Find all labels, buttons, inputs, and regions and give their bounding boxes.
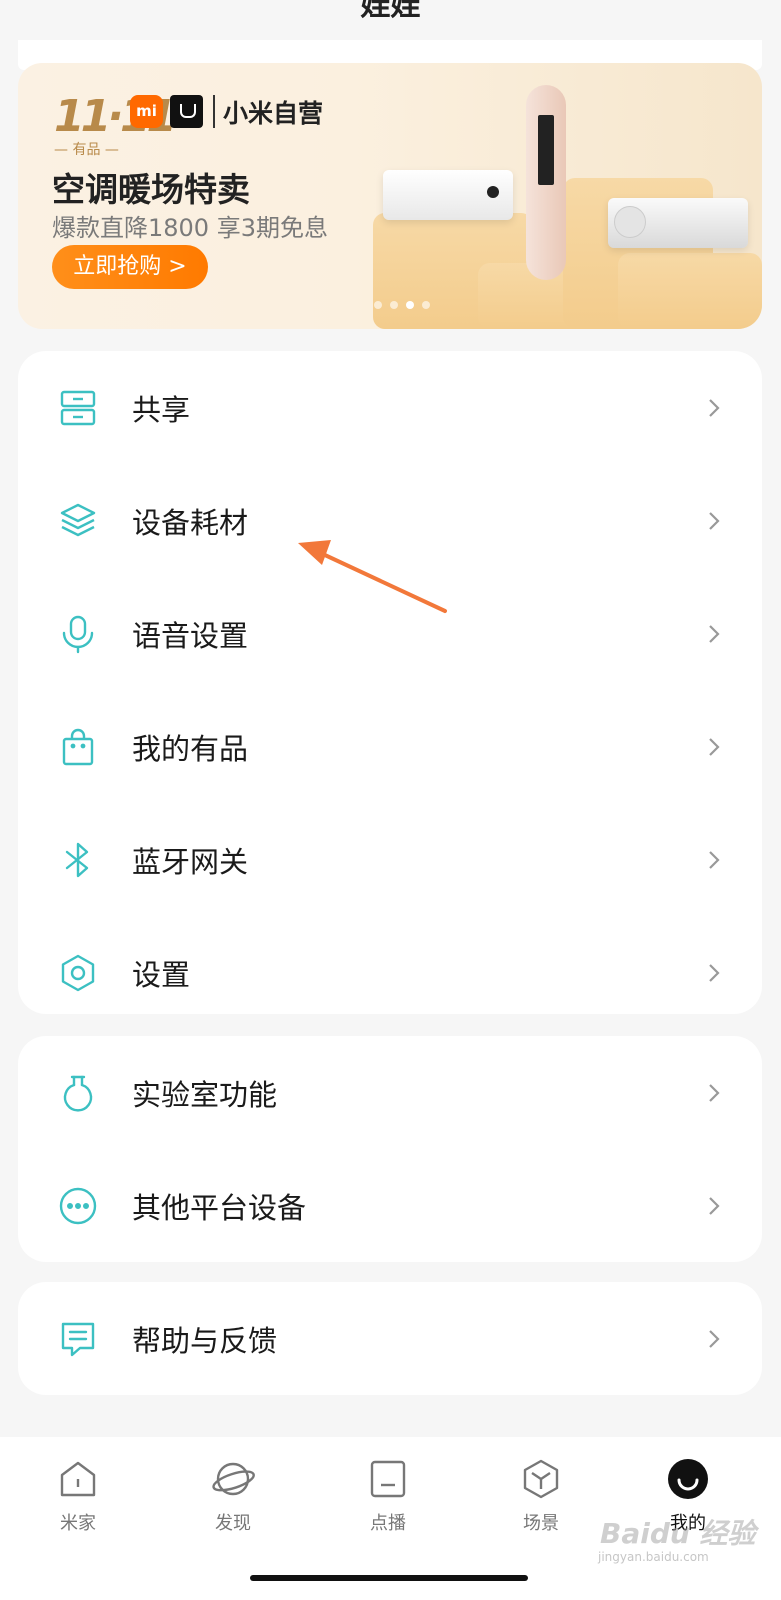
share-drawer-icon <box>56 386 100 430</box>
planet-icon <box>212 1462 255 1496</box>
chevron-right-icon <box>709 850 720 869</box>
wall-air-conditioner-image <box>608 198 748 248</box>
podium-image <box>618 253 762 329</box>
menu-item-help-feedback[interactable]: 帮助与反馈 <box>18 1282 762 1395</box>
menu-item-label: 其他平台设备 <box>132 1190 307 1225</box>
chevron-right-icon <box>709 624 720 643</box>
tab-discover[interactable]: 发现 <box>188 1457 278 1535</box>
page-title: 娃娃 <box>360 0 421 23</box>
mijia-logo-icon <box>170 95 203 128</box>
banner-headline: 空调暖场特卖 <box>52 170 250 209</box>
more-dots-icon <box>56 1184 100 1228</box>
menu-item-label: 我的有品 <box>132 731 249 766</box>
menu-item-label: 设置 <box>132 957 191 992</box>
bluetooth-icon <box>56 838 100 882</box>
tab-on-demand[interactable]: 点播 <box>343 1457 433 1535</box>
menu-item-voice-settings[interactable]: 语音设置 <box>18 577 762 690</box>
chevron-right-icon <box>709 398 720 417</box>
menu-item-device-consumables[interactable]: 设备耗材 <box>18 464 762 577</box>
tab-label: 点播 <box>370 1513 406 1534</box>
tab-label: 米家 <box>60 1513 96 1534</box>
buy-now-button[interactable]: 立即抢购 > <box>52 245 208 289</box>
scene-cube-icon <box>523 1459 559 1499</box>
chevron-right-icon <box>709 511 720 530</box>
promo-banner[interactable]: 11·11 — 有品 — mi 小米自营 空调暖场特卖 爆款直降1800 享3期… <box>18 63 762 329</box>
wall-air-conditioner-image <box>383 170 513 220</box>
menu-item-label: 蓝牙网关 <box>132 844 249 879</box>
chevron-right-icon <box>709 1083 720 1102</box>
flask-icon <box>56 1071 100 1115</box>
brand-divider <box>213 95 215 128</box>
menu-item-label: 共享 <box>132 392 191 427</box>
watermark-text: Baidu 经验 <box>600 1517 756 1550</box>
media-icon <box>370 1460 406 1498</box>
chevron-right-icon <box>709 963 720 982</box>
carousel-dot[interactable] <box>374 301 382 309</box>
menu-card-main: 共享 设备耗材 语音设置 我的有品 蓝牙网关 设置 <box>18 351 762 1014</box>
carousel-dots[interactable] <box>374 301 430 309</box>
feedback-icon <box>56 1317 100 1361</box>
home-icon <box>60 1461 96 1497</box>
microphone-icon <box>56 612 100 656</box>
chevron-right-icon <box>709 1329 720 1348</box>
carousel-dot-active[interactable] <box>406 301 414 309</box>
menu-item-other-platform-devices[interactable]: 其他平台设备 <box>18 1149 762 1262</box>
home-indicator[interactable] <box>250 1575 528 1581</box>
tower-air-conditioner-image <box>526 85 566 280</box>
chevron-right-icon <box>709 1196 720 1215</box>
youpin-label: — 有品 — <box>54 142 119 158</box>
menu-item-my-youpin[interactable]: 我的有品 <box>18 690 762 803</box>
hexagon-settings-icon <box>56 951 100 995</box>
chevron-right-icon <box>709 737 720 756</box>
menu-item-label: 设备耗材 <box>132 505 249 540</box>
carousel-dot[interactable] <box>390 301 398 309</box>
banner-subline: 爆款直降1800 享3期免息 <box>52 214 328 242</box>
menu-item-share[interactable]: 共享 <box>18 351 762 464</box>
mi-logo-icon: mi <box>130 95 163 128</box>
menu-card-labs: 实验室功能 其他平台设备 <box>18 1036 762 1262</box>
menu-item-bluetooth-gateway[interactable]: 蓝牙网关 <box>18 803 762 916</box>
menu-item-label: 帮助与反馈 <box>132 1323 278 1358</box>
tab-label: 发现 <box>215 1513 251 1534</box>
menu-item-settings[interactable]: 设置 <box>18 916 762 1029</box>
brand-text: 小米自营 <box>223 99 324 128</box>
menu-item-label: 语音设置 <box>132 618 249 653</box>
menu-item-label: 实验室功能 <box>132 1077 278 1112</box>
tab-scene[interactable]: 场景 <box>496 1457 586 1535</box>
tab-mijia[interactable]: 米家 <box>33 1457 123 1535</box>
watermark-url: jingyan.baidu.com <box>598 1550 709 1564</box>
profile-icon <box>668 1459 708 1499</box>
layers-icon <box>56 499 100 543</box>
shopping-bag-icon <box>56 725 100 769</box>
tab-label: 场景 <box>523 1513 559 1534</box>
carousel-dot[interactable] <box>422 301 430 309</box>
menu-item-labs[interactable]: 实验室功能 <box>18 1036 762 1149</box>
menu-card-help: 帮助与反馈 <box>18 1282 762 1395</box>
